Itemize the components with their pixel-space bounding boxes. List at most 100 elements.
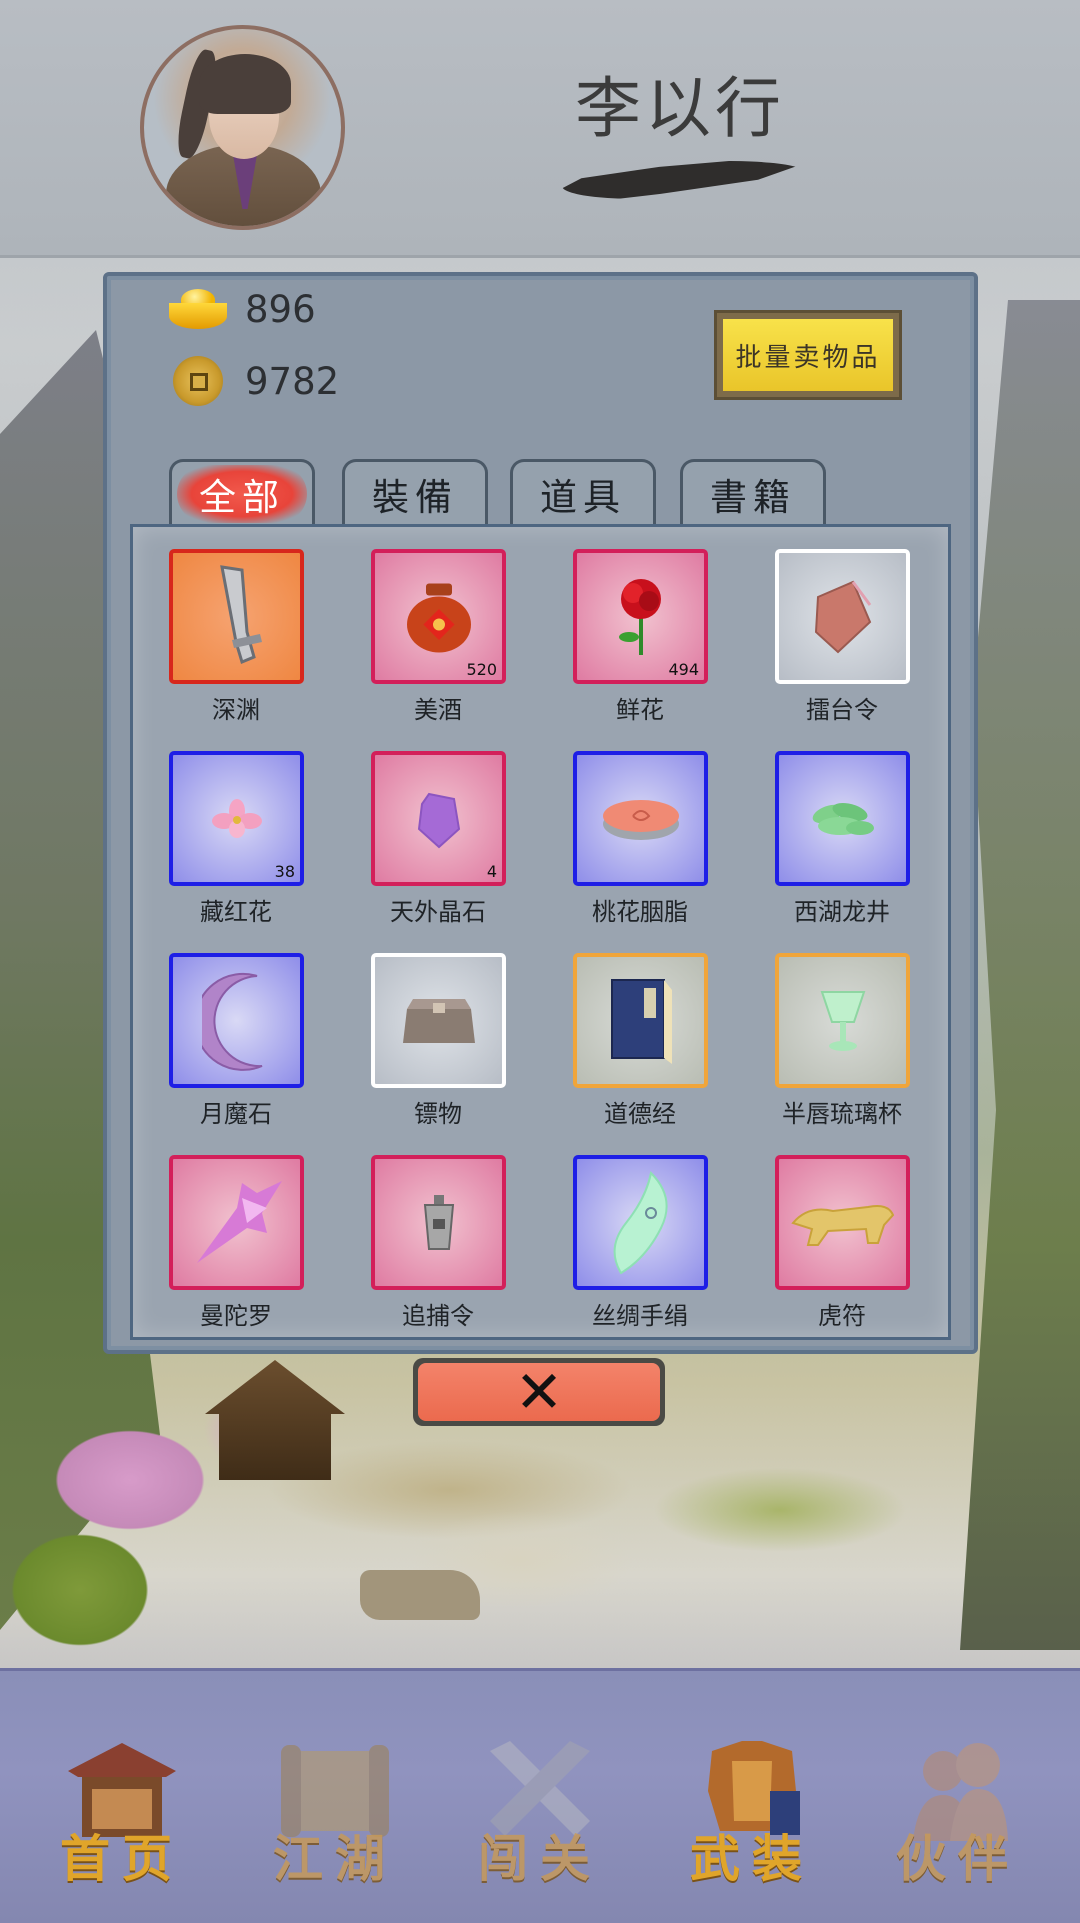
item-name: 深渊 bbox=[212, 696, 260, 724]
item-slot[interactable]: 38 bbox=[169, 751, 304, 886]
inventory-item[interactable]: 520 美酒 bbox=[371, 549, 506, 725]
wine-jar-icon bbox=[406, 583, 471, 652]
inventory-item[interactable]: 擂台令 bbox=[775, 549, 910, 725]
item-count: 4 bbox=[486, 862, 497, 881]
player-avatar[interactable] bbox=[140, 25, 345, 230]
nav-label: 闯关 bbox=[478, 1829, 602, 1888]
inventory-panel: 896 9782 批量卖物品 全部 裝備 道具 書籍 深渊 520 美酒 494… bbox=[103, 272, 978, 1354]
rouge-box-icon bbox=[602, 799, 679, 840]
coin-row: 9782 bbox=[169, 356, 339, 406]
item-slot[interactable] bbox=[775, 953, 910, 1088]
inventory-item[interactable]: 深渊 bbox=[169, 549, 304, 725]
item-count: 494 bbox=[668, 660, 699, 679]
tiger-tally-icon bbox=[790, 1204, 894, 1246]
background-rock bbox=[360, 1570, 480, 1620]
bulk-sell-button[interactable]: 批量卖物品 bbox=[714, 310, 902, 400]
inventory-item[interactable]: 镖物 bbox=[371, 953, 506, 1129]
item-name: 桃花胭脂 bbox=[592, 898, 688, 926]
avatar-hair-top bbox=[199, 54, 291, 114]
close-icon: ✕ bbox=[514, 1358, 564, 1426]
player-header: 李以行 bbox=[0, 0, 1080, 258]
rose-icon bbox=[618, 578, 661, 655]
inventory-item[interactable]: 曼陀罗 bbox=[169, 1155, 304, 1331]
crescent-moon-icon bbox=[201, 972, 262, 1071]
item-name: 镖物 bbox=[414, 1100, 462, 1128]
nav-home[interactable]: 首页 bbox=[42, 1731, 202, 1891]
warrant-tag-icon bbox=[423, 1194, 454, 1250]
silk-handkerchief-icon bbox=[613, 1170, 668, 1274]
tea-leaves-icon bbox=[812, 802, 874, 835]
item-name: 美酒 bbox=[414, 696, 462, 724]
item-slot[interactable] bbox=[169, 953, 304, 1088]
cargo-box-icon bbox=[402, 998, 475, 1043]
item-slot[interactable]: 520 bbox=[371, 549, 506, 684]
item-slot[interactable] bbox=[573, 1155, 708, 1290]
bulk-sell-label: 批量卖物品 bbox=[723, 319, 893, 391]
inventory-item[interactable]: 追捕令 bbox=[371, 1155, 506, 1331]
item-name: 丝绸手绢 bbox=[592, 1302, 688, 1330]
inventory-item[interactable]: 桃花胭脂 bbox=[573, 751, 708, 927]
item-slot[interactable]: 494 bbox=[573, 549, 708, 684]
item-name: 藏红花 bbox=[200, 898, 272, 926]
datura-flower-icon bbox=[196, 1180, 282, 1263]
nav-armory[interactable]: 武装 bbox=[672, 1731, 832, 1891]
crystal-icon bbox=[417, 792, 460, 848]
item-name: 擂台令 bbox=[806, 696, 878, 724]
nav-label: 江湖 bbox=[273, 1829, 397, 1888]
item-count: 520 bbox=[466, 660, 497, 679]
item-name: 曼陀罗 bbox=[200, 1302, 272, 1330]
gold-amount: 896 bbox=[245, 288, 316, 331]
inventory-item[interactable]: 西湖龙井 bbox=[775, 751, 910, 927]
gold-ingot-icon bbox=[169, 288, 227, 331]
copper-coin-icon bbox=[173, 356, 223, 406]
tab-equipment[interactable]: 裝備 bbox=[342, 459, 488, 525]
item-grid: 深渊 520 美酒 494 鲜花 擂台令 38 藏红花 4 天外晶石 桃花胭脂 … bbox=[130, 524, 951, 1340]
inventory-item[interactable]: 4 天外晶石 bbox=[371, 751, 506, 927]
item-slot[interactable]: 4 bbox=[371, 751, 506, 886]
close-button[interactable]: ✕ bbox=[413, 1358, 665, 1426]
inventory-item[interactable]: 月魔石 bbox=[169, 953, 304, 1129]
tab-label: 書籍 bbox=[710, 475, 796, 519]
nav-challenge[interactable]: 闯关 bbox=[460, 1731, 620, 1891]
item-slot[interactable] bbox=[573, 751, 708, 886]
nav-companions[interactable]: 伙伴 bbox=[878, 1731, 1038, 1891]
tab-books[interactable]: 書籍 bbox=[680, 459, 826, 525]
item-slot[interactable] bbox=[573, 953, 708, 1088]
item-name: 道德经 bbox=[604, 1100, 676, 1128]
item-name: 天外晶石 bbox=[390, 898, 486, 926]
inventory-item[interactable]: 494 鲜花 bbox=[573, 549, 708, 725]
item-name: 西湖龙井 bbox=[794, 898, 890, 926]
close-button-face: ✕ bbox=[418, 1363, 660, 1421]
inventory-item[interactable]: 道德经 bbox=[573, 953, 708, 1129]
player-name: 李以行 bbox=[575, 70, 785, 147]
item-name: 追捕令 bbox=[402, 1302, 474, 1330]
coin-amount: 9782 bbox=[245, 359, 340, 403]
saffron-flower-icon bbox=[211, 798, 262, 838]
item-slot[interactable] bbox=[775, 1155, 910, 1290]
tab-label: 全部 bbox=[177, 464, 307, 523]
inventory-item[interactable]: 半唇琉璃杯 bbox=[775, 953, 910, 1129]
item-name: 虎符 bbox=[818, 1302, 866, 1330]
token-icon bbox=[814, 580, 871, 653]
tab-all[interactable]: 全部 bbox=[169, 459, 315, 525]
item-slot[interactable] bbox=[169, 549, 304, 684]
item-slot[interactable] bbox=[371, 953, 506, 1088]
item-slot[interactable] bbox=[371, 1155, 506, 1290]
item-slot[interactable] bbox=[169, 1155, 304, 1290]
item-name: 月魔石 bbox=[200, 1100, 272, 1128]
sword-icon bbox=[219, 564, 262, 664]
inventory-item[interactable]: 丝绸手绢 bbox=[573, 1155, 708, 1331]
item-slot[interactable] bbox=[775, 549, 910, 684]
inventory-item[interactable]: 38 藏红花 bbox=[169, 751, 304, 927]
item-name: 鲜花 bbox=[616, 696, 664, 724]
nav-label: 伙伴 bbox=[896, 1829, 1020, 1888]
item-slot[interactable] bbox=[775, 751, 910, 886]
book-icon bbox=[610, 978, 672, 1064]
inventory-item[interactable]: 虎符 bbox=[775, 1155, 910, 1331]
tab-label: 裝備 bbox=[372, 475, 458, 519]
bottom-nav: 首页 江湖 闯关 武装 伙伴 bbox=[0, 1668, 1080, 1923]
tab-items[interactable]: 道具 bbox=[510, 459, 656, 525]
glass-cup-icon bbox=[820, 990, 865, 1051]
tab-label: 道具 bbox=[540, 475, 626, 519]
nav-jianghu[interactable]: 江湖 bbox=[255, 1731, 415, 1891]
